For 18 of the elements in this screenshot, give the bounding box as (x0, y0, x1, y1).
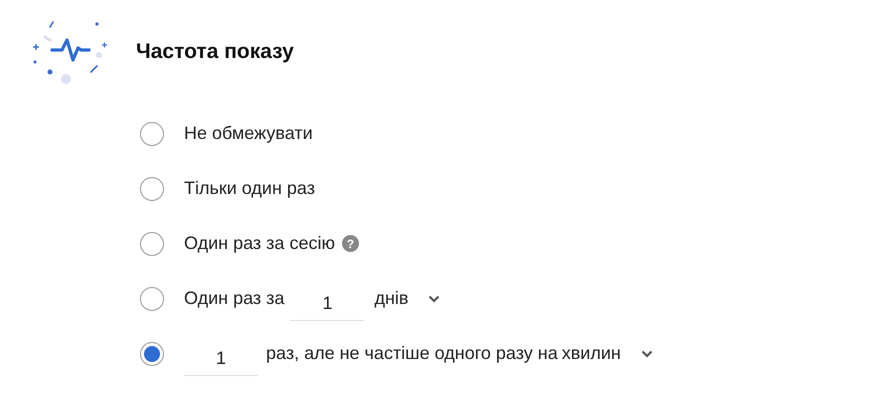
number-field[interactable]: 1 (290, 286, 364, 320)
section-title: Частота показу (136, 40, 294, 64)
radio-button[interactable] (140, 176, 164, 200)
caret-icon (428, 294, 440, 302)
radio-button[interactable] (140, 122, 164, 146)
help-icon[interactable]: ? (342, 235, 359, 252)
option-label: Один раз за сесію (184, 233, 335, 254)
radio-button[interactable] (140, 232, 164, 256)
unit-dropdown[interactable]: днів (374, 288, 440, 309)
radio-button[interactable] (140, 342, 164, 366)
option-label: Не обмежувати (184, 123, 313, 144)
option-label: Тільки один раз (184, 178, 315, 199)
number-field[interactable]: 1 (184, 342, 258, 376)
unit-dropdown[interactable]: хвилин (562, 343, 653, 364)
option-label: Один раз за (184, 288, 284, 309)
caret-icon (640, 350, 653, 358)
radio-button[interactable] (140, 286, 164, 310)
option-label: раз, але не частіше одного разу на (266, 343, 558, 364)
